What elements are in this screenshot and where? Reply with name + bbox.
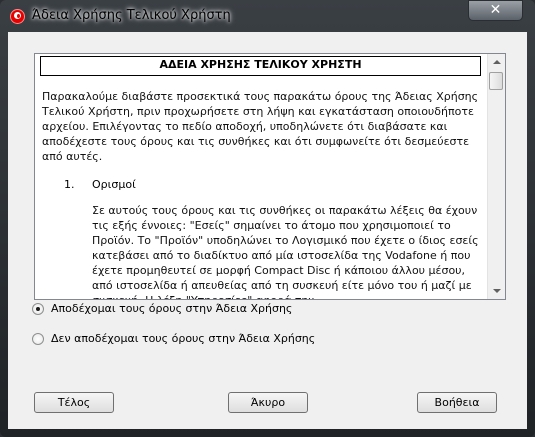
finish-button[interactable]: Τέλος: [34, 392, 114, 413]
close-button[interactable]: ✕: [468, 0, 523, 21]
scroll-down-arrow-icon[interactable]: [488, 282, 505, 299]
accept-option[interactable]: Αποδέχομαι τους όρους στην Άδεια Χρήσης: [32, 302, 292, 315]
cancel-button[interactable]: Άκυρο: [228, 392, 308, 413]
license-heading: ΑΔΕΙΑ ΧΡΗΣΗΣ ΤΕΛΙΚΟΥ ΧΡΗΣΤΗ: [40, 56, 481, 76]
license-text-panel[interactable]: ΑΔΕΙΑ ΧΡΗΣΗΣ ΤΕΛΙΚΟΥ ΧΡΗΣΤΗ Παρακαλούμε …: [34, 53, 506, 300]
accept-label: Αποδέχομαι τους όρους στην Άδεια Χρήσης: [51, 302, 293, 315]
section-title: Ορισμοί: [92, 178, 136, 191]
decline-option[interactable]: Δεν αποδέχομαι τους όρους στην Άδεια Χρή…: [32, 332, 315, 345]
decline-label: Δεν αποδέχομαι τους όρους στην Άδεια Χρή…: [51, 332, 316, 345]
license-dialog-window: Άδεια Χρήσης Τελικού Χρήστη ✕ ΑΔΕΙΑ ΧΡΗΣ…: [0, 0, 535, 437]
license-text-content: ΑΔΕΙΑ ΧΡΗΣΗΣ ΤΕΛΙΚΟΥ ΧΡΗΣΤΗ Παρακαλούμε …: [40, 56, 481, 299]
vodafone-logo-icon: [10, 9, 25, 24]
decline-radio[interactable]: [32, 332, 44, 345]
accept-radio[interactable]: [32, 302, 44, 315]
license-intro-paragraph: Παρακαλούμε διαβάστε προσεκτικά τους παρ…: [42, 90, 479, 163]
dialog-client-area: ΑΔΕΙΑ ΧΡΗΣΗΣ ΤΕΛΙΚΟΥ ΧΡΗΣΤΗ Παρακαλούμε …: [8, 32, 527, 429]
scroll-up-arrow-icon[interactable]: [488, 54, 505, 71]
section-number: 1.: [64, 178, 75, 191]
help-button[interactable]: Βοήθεια: [417, 392, 497, 413]
license-scrollbar[interactable]: [487, 54, 505, 299]
window-title: Άδεια Χρήσης Τελικού Χρήστη: [32, 8, 231, 23]
license-section-paragraph: Σε αυτούς τους όρους και τις συνθήκες οι…: [92, 204, 479, 299]
title-bar[interactable]: Άδεια Χρήσης Τελικού Χρήστη ✕: [0, 0, 535, 32]
license-section-header: 1. Ορισμοί: [40, 177, 481, 192]
scroll-thumb[interactable]: [489, 72, 503, 90]
